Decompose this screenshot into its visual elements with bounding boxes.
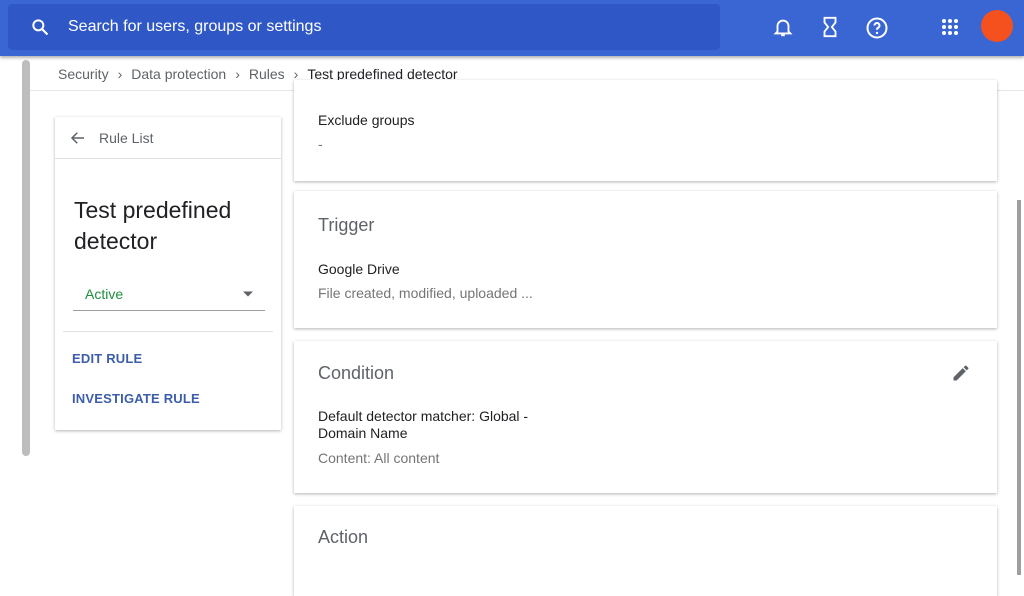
rule-title: Test predefined detector [74,197,232,254]
status-value: Active [85,285,124,302]
exclude-groups-label: Exclude groups [318,112,415,128]
action-title: Action [318,527,369,547]
chevron-right-icon: › [117,66,123,82]
left-scrollbar[interactable] [22,60,30,456]
trigger-label: Google Drive [318,261,400,277]
dropdown-arrow-icon [243,291,253,296]
rule-summary-card: Rule List Test predefined detector Activ… [55,117,281,430]
search-placeholder: Search for users, groups or settings [68,18,322,35]
edit-rule-button[interactable]: EDIT RULE [72,351,142,366]
trigger-title: Trigger [318,215,375,235]
condition-title: Condition [318,363,395,383]
exclude-groups-card: Exclude groups - [294,80,997,181]
right-scrollbar[interactable] [1017,200,1021,575]
condition-card: Condition Default detector matcher: Glob… [294,341,997,493]
condition-label: Default detector matcher: Global - Domai… [318,408,529,441]
avatar[interactable] [981,10,1013,42]
trigger-card: Trigger Google Drive File created, modif… [294,191,997,328]
breadcrumb-security[interactable]: Security [58,66,109,82]
divider [63,331,273,332]
breadcrumb-data-protection[interactable]: Data protection [131,66,226,82]
rule-list-label: Rule List [99,129,154,146]
edit-pencil-icon[interactable] [951,363,971,383]
breadcrumb-rules[interactable]: Rules [249,66,285,82]
search-input[interactable]: Search for users, groups or settings [8,4,720,50]
investigate-rule-button[interactable]: INVESTIGATE RULE [72,391,200,406]
hourglass-icon[interactable] [819,16,841,38]
apps-grid-icon[interactable] [941,18,959,36]
action-card: Action [294,506,997,596]
condition-value: Content: All content [318,450,440,466]
help-icon[interactable] [865,16,889,40]
arrow-back-icon [70,131,84,144]
exclude-groups-value: - [318,136,323,152]
search-icon [32,19,49,36]
bell-icon[interactable] [772,16,794,38]
status-dropdown[interactable]: Active [73,277,265,311]
trigger-value: File created, modified, uploaded ... [318,285,533,301]
top-app-bar: Search for users, groups or settings [0,0,1024,56]
chevron-right-icon: › [235,66,240,82]
rule-list-back-button[interactable]: Rule List [55,117,281,159]
